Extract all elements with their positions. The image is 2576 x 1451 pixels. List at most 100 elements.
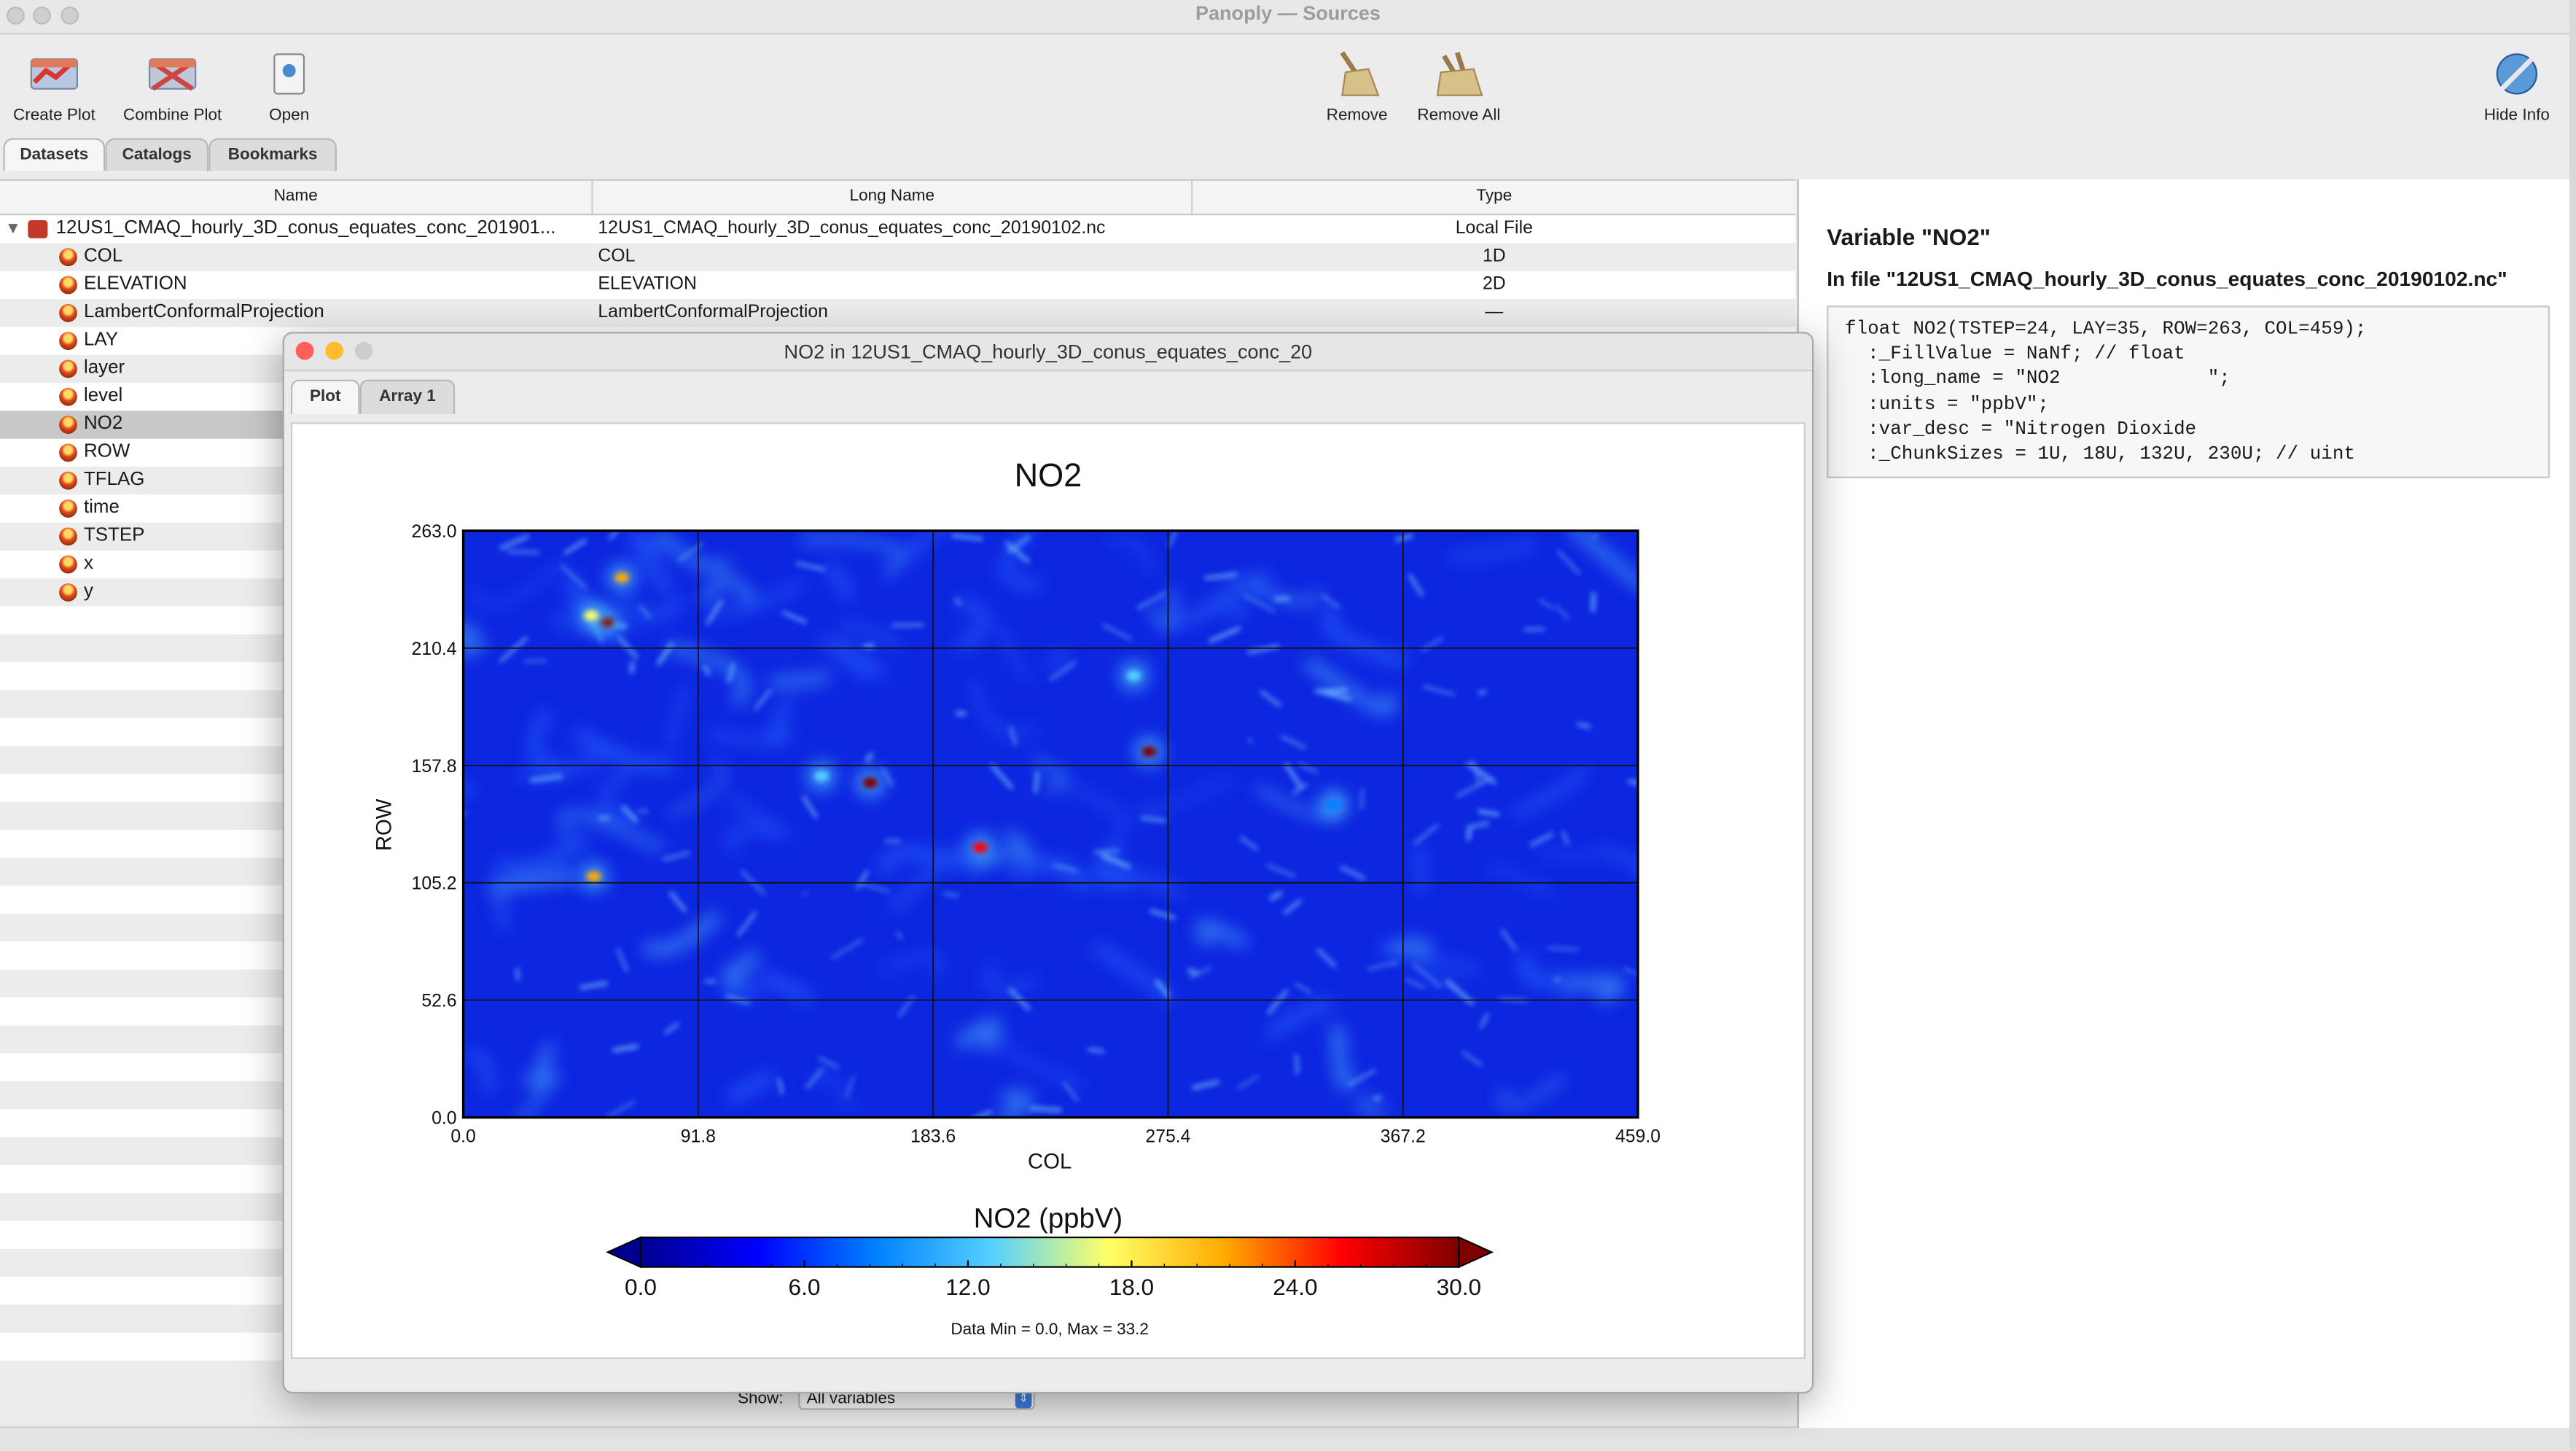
dataset-row[interactable]: ▼ 12US1_CMAQ_hourly_3D_conus_equates_con… xyxy=(0,215,1795,243)
variable-icon xyxy=(59,471,77,490)
x-tick-label: 0.0 xyxy=(450,1127,475,1146)
plot-window: NO2 in 12US1_CMAQ_hourly_3D_conus_equate… xyxy=(282,332,1814,1394)
hide-info-label: Hide Info xyxy=(2483,106,2550,125)
y-axis-label: ROW xyxy=(372,798,396,851)
code-line: :var_desc = "Nitrogen Dioxide xyxy=(1845,419,2197,440)
variable-long-name: ELEVATION xyxy=(598,274,697,295)
variable-name: TFLAG xyxy=(83,470,145,490)
colorbar-min-arrow xyxy=(606,1236,642,1269)
colorbar: 0.0 6.0 12.0 18.0 24.0 30.0 xyxy=(606,1236,1494,1300)
data-range-text: Data Min = 0.0, Max = 33.2 xyxy=(951,1320,1149,1338)
create-plot-icon xyxy=(30,58,79,90)
open-button[interactable]: Open xyxy=(259,50,319,125)
column-header-name[interactable]: Name xyxy=(0,180,593,214)
plume-line xyxy=(863,644,875,649)
remove-all-button[interactable]: Remove All xyxy=(1410,50,1508,125)
hotspot-marker xyxy=(972,842,988,853)
variable-row[interactable]: LambertConformalProjection LambertConform… xyxy=(0,299,1795,327)
code-line: float NO2(TSTEP=24, LAY=35, ROW=263, COL… xyxy=(1845,319,2367,341)
plot-area xyxy=(463,530,1639,1118)
variable-icon xyxy=(59,332,77,351)
info-globe-icon xyxy=(2496,53,2537,95)
remove-button[interactable]: Remove xyxy=(1319,50,1395,125)
variable-icon xyxy=(59,499,77,518)
tab-bookmarks[interactable]: Bookmarks xyxy=(208,138,337,171)
window-title: Panoply — Sources xyxy=(1195,1,1381,25)
plume-line xyxy=(1553,977,1561,982)
hotspot-marker xyxy=(583,610,599,621)
variable-name: time xyxy=(83,497,120,518)
window-titlebar: Panoply — Sources xyxy=(0,0,2576,35)
tab-datasets[interactable]: Datasets xyxy=(3,138,106,171)
variable-name: COL xyxy=(83,246,123,267)
variable-icon xyxy=(59,387,77,406)
variable-icon xyxy=(59,527,77,546)
column-header-type[interactable]: Type xyxy=(1193,181,1795,214)
tab-array-1[interactable]: Array 1 xyxy=(359,379,456,414)
plume-line xyxy=(1034,771,1039,793)
x-axis-label: COL xyxy=(1028,1149,1072,1173)
colorbar-tick-label: 6.0 xyxy=(789,1274,821,1300)
document-icon xyxy=(273,53,305,95)
variable-row[interactable]: COL COL 1D xyxy=(0,244,1795,271)
combine-plot-button[interactable]: Combine Plot xyxy=(115,50,230,125)
y-tick-label: 105.2 xyxy=(412,874,457,894)
code-line: :_FillValue = NaNf; // float xyxy=(1845,343,2185,365)
tab-catalogs[interactable]: Catalogs xyxy=(105,138,209,171)
hotspot-marker xyxy=(614,572,630,583)
info-file-line: In file "12US1_CMAQ_hourly_3D_conus_equa… xyxy=(1827,268,2507,291)
remove-label: Remove xyxy=(1326,106,1388,125)
plume-line xyxy=(638,809,649,813)
table-header: Name Long Name Type xyxy=(0,180,1796,216)
variable-name: x xyxy=(83,553,93,574)
hide-info-button[interactable]: Hide Info xyxy=(2474,50,2559,125)
info-heading: Variable "NO2" xyxy=(1827,223,1991,250)
open-label: Open xyxy=(269,106,310,125)
code-line: :long_name = "NO2 "; xyxy=(1845,368,2230,391)
colorbar-tick-label: 18.0 xyxy=(1109,1274,1154,1300)
variable-name: ROW xyxy=(83,442,130,462)
variable-icon xyxy=(59,443,77,462)
create-plot-label: Create Plot xyxy=(12,106,95,125)
combine-plot-icon xyxy=(148,58,197,91)
colorbar-max-arrow xyxy=(1458,1236,1494,1269)
plot-canvas: NO2 0.0 91.8 183.6 275.4 367.2 459.0 0.0 52.6 10… xyxy=(290,422,1806,1359)
variable-icon xyxy=(59,303,77,322)
variable-long-name: COL xyxy=(598,246,636,267)
create-plot-button[interactable]: Create Plot xyxy=(7,50,102,125)
x-tick-label: 183.6 xyxy=(910,1127,956,1146)
variable-icon xyxy=(59,555,77,574)
variable-row[interactable]: ELEVATION ELEVATION 2D xyxy=(0,271,1795,299)
dataset-file-icon xyxy=(28,219,48,238)
plume-line xyxy=(891,623,924,627)
colorbar-tick-label: 12.0 xyxy=(945,1274,990,1300)
heatmap-background xyxy=(463,530,1639,1118)
variable-type: 2D xyxy=(1482,274,1506,295)
hotspot-marker xyxy=(1141,746,1157,758)
variable-long-name: LambertConformalProjection xyxy=(598,302,828,322)
variable-name: LambertConformalProjection xyxy=(83,302,324,322)
colorbar-tick-label: 0.0 xyxy=(625,1274,657,1300)
plume-line xyxy=(629,661,635,674)
plot-window-titlebar: NO2 in 12US1_CMAQ_hourly_3D_conus_equate… xyxy=(284,333,1812,372)
variable-icon xyxy=(59,248,77,267)
disclosure-triangle-icon[interactable]: ▼ xyxy=(5,215,21,243)
plume-line xyxy=(1248,738,1253,743)
variable-name: NO2 xyxy=(83,413,123,434)
variable-icon xyxy=(59,583,77,602)
variable-type: — xyxy=(1485,302,1504,322)
hotspot-marker xyxy=(1126,670,1141,682)
hotspot-marker xyxy=(813,771,830,782)
tab-plot[interactable]: Plot xyxy=(290,379,360,414)
brooms-icon xyxy=(1436,52,1483,96)
variable-name: y xyxy=(83,581,93,602)
y-tick-label: 210.4 xyxy=(412,639,457,659)
hotspot-marker xyxy=(1326,800,1341,811)
y-tick-label: 0.0 xyxy=(432,1109,456,1129)
colorbar-title: NO2 (ppbV) xyxy=(974,1203,1123,1234)
variable-name: LAY xyxy=(83,330,119,351)
variable-icon xyxy=(59,276,77,295)
column-header-long-name[interactable]: Long Name xyxy=(593,180,1193,214)
variable-info-panel: Variable "NO2" In file "12US1_CMAQ_hourl… xyxy=(1797,179,2572,1428)
plot-window-title: NO2 in 12US1_CMAQ_hourly_3D_conus_equate… xyxy=(784,340,1313,364)
